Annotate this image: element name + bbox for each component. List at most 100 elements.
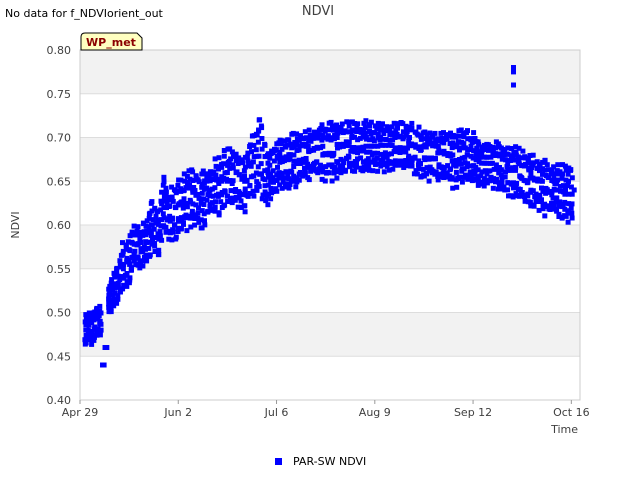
data-point (135, 224, 141, 230)
data-point (530, 152, 536, 158)
data-point (159, 237, 165, 243)
data-point (94, 310, 100, 315)
data-point (349, 135, 355, 140)
data-point (568, 205, 574, 211)
data-point (346, 154, 352, 160)
data-point (138, 240, 144, 245)
data-point (370, 168, 376, 174)
data-point (392, 135, 398, 140)
data-point (222, 188, 228, 194)
badge-label: WP_met (86, 36, 136, 49)
data-point (542, 213, 548, 219)
data-point (86, 318, 92, 324)
data-point (83, 327, 89, 333)
data-point (242, 178, 248, 184)
data-point (416, 166, 422, 171)
data-point (89, 336, 95, 342)
data-point (98, 327, 104, 333)
data-point (114, 267, 120, 272)
data-point (256, 117, 262, 123)
data-point (173, 236, 179, 242)
data-point (156, 247, 162, 253)
data-point (330, 152, 336, 158)
data-point (251, 193, 257, 199)
data-point (421, 143, 427, 149)
data-point (320, 143, 326, 149)
data-point (135, 254, 141, 260)
data-point (528, 170, 534, 175)
data-point (249, 149, 254, 155)
y-tick-label: 0.60 (47, 219, 72, 232)
data-point (305, 143, 311, 149)
x-tick-label: Jul 6 (264, 406, 289, 419)
data-point (551, 178, 557, 184)
data-point (259, 136, 265, 141)
legend-marker (275, 458, 282, 465)
data-point (563, 187, 568, 193)
data-point (163, 185, 169, 191)
data-point (169, 194, 175, 200)
data-point (409, 120, 415, 126)
data-point (170, 198, 176, 204)
y-tick-label: 0.65 (47, 175, 72, 188)
data-point (447, 167, 453, 173)
data-point (202, 218, 207, 224)
data-point (326, 170, 332, 176)
data-point (471, 130, 477, 136)
grid-band (80, 50, 580, 94)
data-point (184, 204, 190, 210)
data-point (453, 133, 459, 139)
data-point (190, 187, 196, 193)
data-point (242, 209, 248, 215)
data-point (505, 187, 511, 193)
data-point (195, 177, 201, 183)
data-point (170, 227, 176, 233)
data-point (161, 205, 167, 210)
x-tick-label: Aug 9 (359, 406, 391, 419)
data-point (531, 203, 537, 209)
data-point (106, 292, 112, 298)
data-point (453, 169, 459, 175)
data-point (505, 161, 511, 167)
data-point (418, 161, 423, 166)
data-point (247, 182, 253, 188)
data-point (255, 181, 261, 187)
x-tick-label: Sep 12 (454, 406, 492, 419)
data-point (172, 205, 178, 210)
data-point (571, 187, 577, 193)
data-point (155, 231, 161, 237)
data-point (432, 130, 438, 136)
data-point (181, 221, 186, 227)
x-axis: Apr 29 Jun 2 Jul 6 Aug 9 Sep 12 Oct 16 (62, 400, 590, 419)
data-point (147, 253, 153, 259)
data-point (144, 240, 149, 245)
data-point (167, 213, 173, 219)
data-point (161, 174, 167, 180)
y-tick-label: 0.50 (47, 307, 72, 320)
y-tick-label: 0.70 (47, 132, 72, 145)
data-point (569, 201, 575, 207)
data-point (152, 240, 157, 246)
data-point (346, 139, 352, 145)
data-point (127, 277, 133, 283)
x-tick-label: Jun 2 (163, 406, 192, 419)
data-point (464, 130, 469, 136)
data-point (303, 156, 309, 161)
data-point (493, 152, 499, 158)
data-point (355, 121, 361, 127)
data-point (409, 163, 415, 169)
legend: PAR-SW NDVI (275, 455, 366, 468)
data-point (265, 202, 271, 208)
data-point (149, 199, 155, 205)
data-point (516, 161, 522, 167)
data-point (161, 179, 167, 185)
data-point (224, 170, 230, 175)
data-point (276, 152, 282, 158)
data-point (114, 300, 120, 306)
data-point (544, 162, 550, 168)
data-point (120, 266, 126, 272)
data-point (241, 203, 247, 209)
data-point (126, 257, 132, 263)
data-point (569, 210, 575, 216)
data-point (319, 122, 325, 128)
